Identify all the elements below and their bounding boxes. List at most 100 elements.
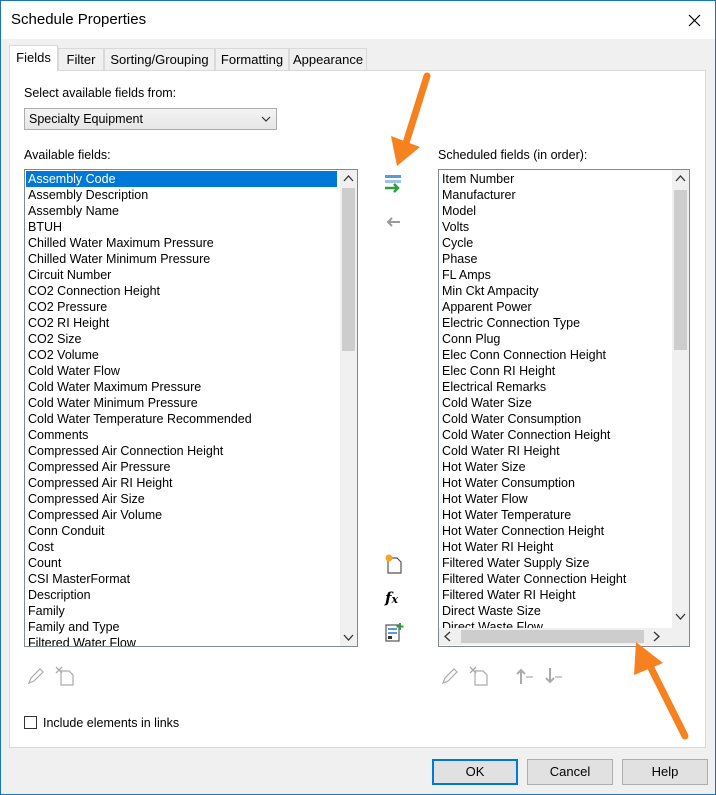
move-down-icon[interactable]	[542, 665, 564, 687]
scheduled-field-item[interactable]: Cycle	[440, 235, 669, 251]
scheduled-field-item[interactable]: FL Amps	[440, 267, 669, 283]
scheduled-field-item[interactable]: Phase	[440, 251, 669, 267]
scheduled-field-item[interactable]: Elec Conn RI Height	[440, 363, 669, 379]
scheduled-field-item[interactable]: Hot Water Consumption	[440, 475, 669, 491]
remove-parameter-icon[interactable]	[382, 211, 404, 233]
scheduled-field-item[interactable]: Hot Water Flow	[440, 491, 669, 507]
window-title: Schedule Properties	[11, 11, 147, 28]
available-field-item[interactable]: Compressed Air Size	[26, 491, 337, 507]
scroll-up-icon[interactable]	[340, 170, 357, 187]
available-field-item[interactable]: Cold Water Temperature Recommended	[26, 411, 337, 427]
scroll-up-icon[interactable]	[672, 170, 689, 187]
source-category-dropdown[interactable]: Specialty Equipment	[24, 108, 277, 130]
delete-parameter-icon[interactable]	[54, 665, 76, 687]
available-field-item[interactable]: Compressed Air RI Height	[26, 475, 337, 491]
available-field-item[interactable]: Compressed Air Volume	[26, 507, 337, 523]
scheduled-field-item[interactable]: Direct Waste Flow	[440, 619, 669, 628]
scheduled-field-item[interactable]: Volts	[440, 219, 669, 235]
available-field-item[interactable]: Family and Type	[26, 619, 337, 635]
scheduled-field-item[interactable]: Electric Connection Type	[440, 315, 669, 331]
available-field-item[interactable]: CO2 Volume	[26, 347, 337, 363]
scrollbar-thumb[interactable]	[674, 190, 687, 350]
include-links-checkbox[interactable]	[24, 716, 37, 729]
scrollbar-thumb[interactable]	[342, 188, 355, 351]
scheduled-field-item[interactable]: Min Ckt Ampacity	[440, 283, 669, 299]
source-label: Select available fields from:	[24, 86, 177, 100]
move-up-icon[interactable]	[513, 665, 535, 687]
available-field-item[interactable]: Chilled Water Minimum Pressure	[26, 251, 337, 267]
calculated-value-icon[interactable]: fx	[385, 589, 398, 607]
available-fields-scrollbar[interactable]	[340, 170, 357, 646]
available-field-item[interactable]: Cost	[26, 539, 337, 555]
tab-formatting[interactable]: Formatting	[215, 48, 289, 70]
scheduled-fields-vscrollbar[interactable]	[672, 170, 689, 628]
scroll-down-icon[interactable]	[340, 629, 357, 646]
available-field-item[interactable]: Assembly Code	[26, 171, 337, 187]
combine-parameters-icon[interactable]	[383, 621, 405, 643]
scheduled-fields-list[interactable]: Item Number Manufacturer Model Volts Cycle Ph…	[438, 169, 690, 647]
scheduled-field-item[interactable]: Cold Water RI Height	[440, 443, 669, 459]
available-field-item[interactable]: Chilled Water Maximum Pressure	[26, 235, 337, 251]
available-field-item[interactable]: CSI MasterFormat	[26, 571, 337, 587]
scheduled-field-item[interactable]: Model	[440, 203, 669, 219]
available-field-item[interactable]: Comments	[26, 427, 337, 443]
scheduled-field-item[interactable]: Filtered Water Supply Size	[440, 555, 669, 571]
scheduled-field-item[interactable]: Conn Plug	[440, 331, 669, 347]
delete-parameter-icon[interactable]	[468, 665, 490, 687]
scheduled-field-item[interactable]: Hot Water Size	[440, 459, 669, 475]
scheduled-field-item[interactable]: Hot Water Temperature	[440, 507, 669, 523]
available-field-item[interactable]: Compressed Air Connection Height	[26, 443, 337, 459]
edit-parameter-icon[interactable]	[439, 665, 461, 687]
close-button[interactable]	[679, 5, 709, 35]
scheduled-field-item[interactable]: Cold Water Size	[440, 395, 669, 411]
available-field-item[interactable]: Assembly Name	[26, 203, 337, 219]
available-field-item[interactable]: CO2 Size	[26, 331, 337, 347]
available-field-item[interactable]: Cold Water Maximum Pressure	[26, 379, 337, 395]
ok-button[interactable]: OK	[432, 759, 518, 785]
hscrollbar-thumb[interactable]	[461, 630, 644, 643]
scheduled-field-item[interactable]: Manufacturer	[440, 187, 669, 203]
chevron-down-icon	[261, 116, 271, 122]
tab-sorting-grouping[interactable]: Sorting/Grouping	[104, 48, 215, 70]
scheduled-field-item[interactable]: Hot Water RI Height	[440, 539, 669, 555]
scheduled-field-item[interactable]: Direct Waste Size	[440, 603, 669, 619]
scroll-down-icon[interactable]	[672, 608, 689, 625]
add-parameter-icon[interactable]	[382, 172, 404, 194]
new-parameter-icon[interactable]	[383, 553, 405, 575]
available-field-item[interactable]: Cold Water Minimum Pressure	[26, 395, 337, 411]
scheduled-field-item[interactable]: Apparent Power	[440, 299, 669, 315]
scheduled-field-item[interactable]: Item Number	[440, 171, 669, 187]
available-field-item[interactable]: Cold Water Flow	[26, 363, 337, 379]
available-field-item[interactable]: Filtered Water Flow	[26, 635, 337, 646]
available-field-item[interactable]: BTUH	[26, 219, 337, 235]
available-field-item[interactable]: Circuit Number	[26, 267, 337, 283]
cancel-button[interactable]: Cancel	[527, 759, 613, 785]
scheduled-field-item[interactable]: Cold Water Consumption	[440, 411, 669, 427]
tab-filter[interactable]: Filter	[58, 48, 104, 70]
scheduled-field-item[interactable]: Filtered Water RI Height	[440, 587, 669, 603]
available-field-item[interactable]: Compressed Air Pressure	[26, 459, 337, 475]
edit-parameter-icon[interactable]	[25, 665, 47, 687]
scroll-left-icon[interactable]	[439, 628, 456, 645]
available-field-item[interactable]: CO2 RI Height	[26, 315, 337, 331]
tab-appearance[interactable]: Appearance	[289, 48, 367, 70]
scheduled-field-item[interactable]: Hot Water Connection Height	[440, 523, 669, 539]
available-field-item[interactable]: Count	[26, 555, 337, 571]
tab-fields[interactable]: Fields	[9, 45, 58, 71]
available-field-item[interactable]: CO2 Connection Height	[26, 283, 337, 299]
scroll-right-icon[interactable]	[648, 628, 665, 645]
title-bar: Schedule Properties	[1, 1, 715, 39]
help-button[interactable]: Help	[622, 759, 708, 785]
scheduled-field-item[interactable]: Electrical Remarks	[440, 379, 669, 395]
available-field-item[interactable]: Conn Conduit	[26, 523, 337, 539]
scheduled-field-item[interactable]: Elec Conn Connection Height	[440, 347, 669, 363]
scheduled-field-item[interactable]: Cold Water Connection Height	[440, 427, 669, 443]
available-field-item[interactable]: Assembly Description	[26, 187, 337, 203]
scheduled-field-item[interactable]: Filtered Water Connection Height	[440, 571, 669, 587]
available-field-item[interactable]: Description	[26, 587, 337, 603]
scheduled-fields-hscrollbar[interactable]	[439, 628, 672, 645]
available-field-item[interactable]: CO2 Pressure	[26, 299, 337, 315]
available-fields-list[interactable]: Assembly Code Assembly Description Assembl…	[24, 169, 358, 647]
available-field-item[interactable]: Family	[26, 603, 337, 619]
close-icon	[688, 14, 701, 27]
